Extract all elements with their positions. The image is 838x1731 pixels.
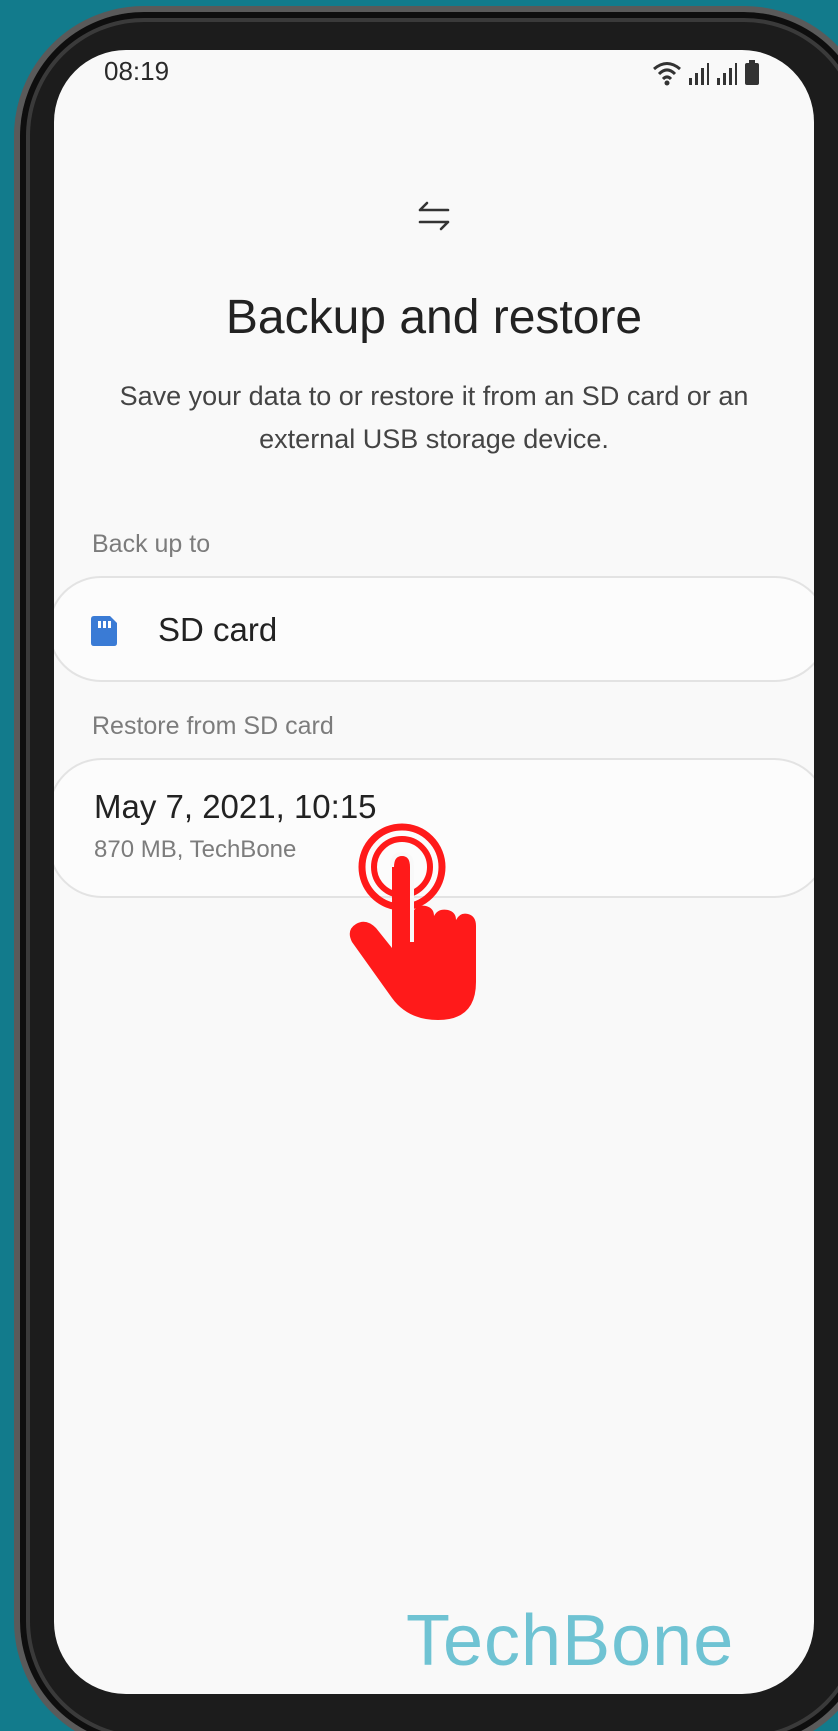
transfer-arrows-icon — [418, 201, 450, 231]
restore-section-label: Restore from SD card — [92, 712, 334, 740]
signal-icon — [689, 63, 709, 85]
status-time: 08:19 — [104, 56, 170, 86]
page-title: Backup and restore — [225, 291, 643, 344]
screen: 08:19 Backup and restore Save your data … — [54, 50, 814, 1694]
wifi-icon — [653, 62, 681, 86]
backup-section-label: Back up to — [92, 530, 211, 558]
signal-icon — [717, 63, 737, 85]
techbone-watermark: TechBone — [406, 1601, 735, 1681]
sd-card-label: SD card — [158, 611, 278, 648]
tap-hand-icon — [349, 823, 476, 1020]
restore-backup-date: May 7, 2021, 10:15 — [94, 788, 377, 825]
sd-card-icon — [91, 616, 117, 646]
restore-backup-details: 870 MB, TechBone — [94, 836, 297, 863]
sd-card-option[interactable]: SD card — [54, 576, 814, 682]
battery-icon — [745, 60, 759, 85]
status-icons — [652, 56, 760, 86]
header-icon — [54, 198, 814, 244]
status-bar: 08:19 — [54, 50, 814, 110]
page-description: Save your data to or restore it from an … — [119, 381, 749, 454]
